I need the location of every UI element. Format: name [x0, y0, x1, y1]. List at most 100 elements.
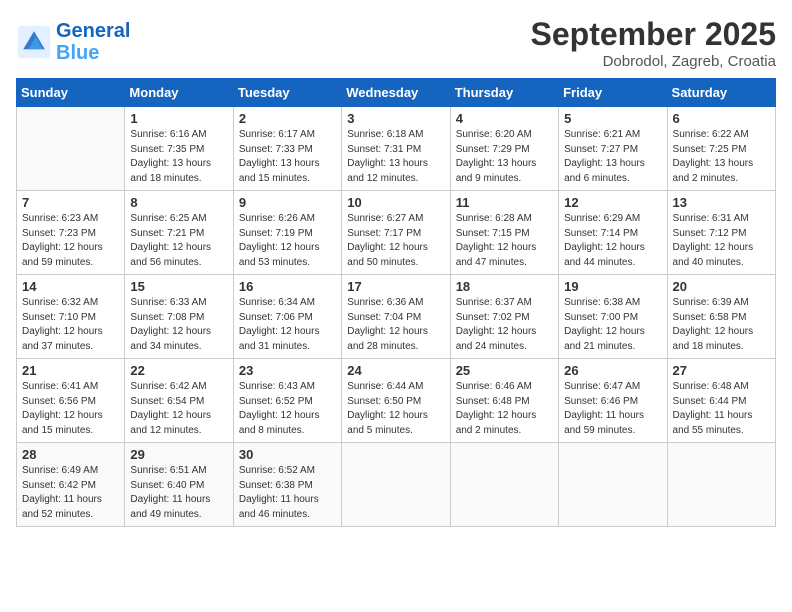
- calendar-day-cell: [342, 443, 450, 527]
- day-number: 17: [347, 279, 444, 294]
- day-info: Sunrise: 6:29 AMSunset: 7:14 PMDaylight:…: [564, 212, 661, 270]
- calendar-day-cell: 6 Sunrise: 6:22 AMSunset: 7:25 PMDaylight…: [667, 107, 775, 191]
- day-number: 26: [564, 363, 661, 378]
- day-info: Sunrise: 6:28 AMSunset: 7:15 PMDaylight:…: [456, 212, 553, 270]
- weekday-header-cell: Friday: [559, 79, 667, 107]
- day-info: Sunrise: 6:48 AMSunset: 6:44 PMDaylight:…: [673, 380, 770, 438]
- day-info: Sunrise: 6:33 AMSunset: 7:08 PMDaylight:…: [130, 296, 227, 354]
- weekday-header-cell: Sunday: [17, 79, 125, 107]
- calendar-week-row: 14 Sunrise: 6:32 AMSunset: 7:10 PMDayligh…: [17, 275, 776, 359]
- calendar-day-cell: 3 Sunrise: 6:18 AMSunset: 7:31 PMDaylight…: [342, 107, 450, 191]
- day-info: Sunrise: 6:31 AMSunset: 7:12 PMDaylight:…: [673, 212, 770, 270]
- calendar-day-cell: 16 Sunrise: 6:34 AMSunset: 7:06 PMDayligh…: [233, 275, 341, 359]
- logo: General Blue: [16, 20, 130, 64]
- day-number: 23: [239, 363, 336, 378]
- day-info: Sunrise: 6:23 AMSunset: 7:23 PMDaylight:…: [22, 212, 119, 270]
- calendar-body: 1 Sunrise: 6:16 AMSunset: 7:35 PMDaylight…: [17, 107, 776, 527]
- calendar-day-cell: 23 Sunrise: 6:43 AMSunset: 6:52 PMDayligh…: [233, 359, 341, 443]
- day-info: Sunrise: 6:34 AMSunset: 7:06 PMDaylight:…: [239, 296, 336, 354]
- day-info: Sunrise: 6:42 AMSunset: 6:54 PMDaylight:…: [130, 380, 227, 438]
- day-number: 4: [456, 111, 553, 126]
- day-number: 1: [130, 111, 227, 126]
- calendar-day-cell: 25Sunrise: 6:46 AMSunset: 6:48 PMDayligh…: [450, 359, 558, 443]
- day-number: 16: [239, 279, 336, 294]
- day-info: Sunrise: 6:43 AMSunset: 6:52 PMDaylight:…: [239, 380, 336, 438]
- calendar-day-cell: 12 Sunrise: 6:29 AMSunset: 7:14 PMDayligh…: [559, 191, 667, 275]
- day-info: Sunrise: 6:25 AMSunset: 7:21 PMDaylight:…: [130, 212, 227, 270]
- day-number: 18: [456, 279, 553, 294]
- day-number: 5: [564, 111, 661, 126]
- calendar-day-cell: 19Sunrise: 6:38 AMSunset: 7:00 PMDayligh…: [559, 275, 667, 359]
- day-number: 27: [673, 363, 770, 378]
- weekday-header-cell: Monday: [125, 79, 233, 107]
- day-info: Sunrise: 6:18 AMSunset: 7:31 PMDaylight:…: [347, 128, 444, 186]
- weekday-header-cell: Tuesday: [233, 79, 341, 107]
- day-info: Sunrise: 6:17 AMSunset: 7:33 PMDaylight:…: [239, 128, 336, 186]
- calendar-day-cell: 21 Sunrise: 6:41 AMSunset: 6:56 PMDayligh…: [17, 359, 125, 443]
- day-number: 10: [347, 195, 444, 210]
- calendar-day-cell: [667, 443, 775, 527]
- day-number: 9: [239, 195, 336, 210]
- calendar-day-cell: 18Sunrise: 6:37 AMSunset: 7:02 PMDayligh…: [450, 275, 558, 359]
- calendar-day-cell: 22Sunrise: 6:42 AMSunset: 6:54 PMDayligh…: [125, 359, 233, 443]
- calendar-day-cell: 1 Sunrise: 6:16 AMSunset: 7:35 PMDaylight…: [125, 107, 233, 191]
- day-number: 12: [564, 195, 661, 210]
- calendar-day-cell: 14 Sunrise: 6:32 AMSunset: 7:10 PMDayligh…: [17, 275, 125, 359]
- calendar-day-cell: [559, 443, 667, 527]
- day-info: Sunrise: 6:49 AMSunset: 6:42 PMDaylight:…: [22, 464, 119, 522]
- day-number: 21: [22, 363, 119, 378]
- day-info: Sunrise: 6:39 AMSunset: 6:58 PMDaylight:…: [673, 296, 770, 354]
- day-info: Sunrise: 6:16 AMSunset: 7:35 PMDaylight:…: [130, 128, 227, 186]
- day-info: Sunrise: 6:46 AMSunset: 6:48 PMDaylight:…: [456, 380, 553, 438]
- logo-line1: General: [56, 20, 130, 42]
- calendar-day-cell: 27 Sunrise: 6:48 AMSunset: 6:44 PMDayligh…: [667, 359, 775, 443]
- calendar-day-cell: 13 Sunrise: 6:31 AMSunset: 7:12 PMDayligh…: [667, 191, 775, 275]
- weekday-header-cell: Wednesday: [342, 79, 450, 107]
- day-info: Sunrise: 6:44 AMSunset: 6:50 PMDaylight:…: [347, 380, 444, 438]
- day-info: Sunrise: 6:26 AMSunset: 7:19 PMDaylight:…: [239, 212, 336, 270]
- calendar-week-row: 21 Sunrise: 6:41 AMSunset: 6:56 PMDayligh…: [17, 359, 776, 443]
- calendar-day-cell: 4 Sunrise: 6:20 AMSunset: 7:29 PMDaylight…: [450, 107, 558, 191]
- day-info: Sunrise: 6:27 AMSunset: 7:17 PMDaylight:…: [347, 212, 444, 270]
- calendar-day-cell: 29Sunrise: 6:51 AMSunset: 6:40 PMDayligh…: [125, 443, 233, 527]
- day-info: Sunrise: 6:21 AMSunset: 7:27 PMDaylight:…: [564, 128, 661, 186]
- calendar-week-row: 28 Sunrise: 6:49 AMSunset: 6:42 PMDayligh…: [17, 443, 776, 527]
- day-info: Sunrise: 6:32 AMSunset: 7:10 PMDaylight:…: [22, 296, 119, 354]
- calendar-day-cell: 10 Sunrise: 6:27 AMSunset: 7:17 PMDayligh…: [342, 191, 450, 275]
- day-info: Sunrise: 6:36 AMSunset: 7:04 PMDaylight:…: [347, 296, 444, 354]
- calendar-day-cell: 30 Sunrise: 6:52 AMSunset: 6:38 PMDayligh…: [233, 443, 341, 527]
- calendar-day-cell: 15 Sunrise: 6:33 AMSunset: 7:08 PMDayligh…: [125, 275, 233, 359]
- day-number: 20: [673, 279, 770, 294]
- day-number: 15: [130, 279, 227, 294]
- calendar-day-cell: 28 Sunrise: 6:49 AMSunset: 6:42 PMDayligh…: [17, 443, 125, 527]
- calendar-week-row: 1 Sunrise: 6:16 AMSunset: 7:35 PMDaylight…: [17, 107, 776, 191]
- day-number: 11: [456, 195, 553, 210]
- day-number: 19: [564, 279, 661, 294]
- day-number: 6: [673, 111, 770, 126]
- day-info: Sunrise: 6:22 AMSunset: 7:25 PMDaylight:…: [673, 128, 770, 186]
- month-title: September 2025: [531, 16, 776, 53]
- calendar-day-cell: 17 Sunrise: 6:36 AMSunset: 7:04 PMDayligh…: [342, 275, 450, 359]
- day-number: 28: [22, 447, 119, 462]
- day-number: 13: [673, 195, 770, 210]
- weekday-header-cell: Thursday: [450, 79, 558, 107]
- day-info: Sunrise: 6:41 AMSunset: 6:56 PMDaylight:…: [22, 380, 119, 438]
- day-number: 14: [22, 279, 119, 294]
- location-title: Dobrodol, Zagreb, Croatia: [531, 53, 776, 70]
- day-number: 24: [347, 363, 444, 378]
- day-number: 30: [239, 447, 336, 462]
- day-info: Sunrise: 6:20 AMSunset: 7:29 PMDaylight:…: [456, 128, 553, 186]
- day-number: 8: [130, 195, 227, 210]
- header: General Blue September 2025 Dobrodol, Za…: [16, 16, 776, 70]
- day-number: 29: [130, 447, 227, 462]
- day-info: Sunrise: 6:52 AMSunset: 6:38 PMDaylight:…: [239, 464, 336, 522]
- calendar-day-cell: 24 Sunrise: 6:44 AMSunset: 6:50 PMDayligh…: [342, 359, 450, 443]
- calendar-day-cell: 20 Sunrise: 6:39 AMSunset: 6:58 PMDayligh…: [667, 275, 775, 359]
- day-number: 7: [22, 195, 119, 210]
- day-number: 3: [347, 111, 444, 126]
- day-info: Sunrise: 6:47 AMSunset: 6:46 PMDaylight:…: [564, 380, 661, 438]
- weekday-header-cell: Saturday: [667, 79, 775, 107]
- logo-icon: [16, 24, 52, 60]
- calendar-day-cell: 11 Sunrise: 6:28 AMSunset: 7:15 PMDayligh…: [450, 191, 558, 275]
- calendar-day-cell: 9 Sunrise: 6:26 AMSunset: 7:19 PMDaylight…: [233, 191, 341, 275]
